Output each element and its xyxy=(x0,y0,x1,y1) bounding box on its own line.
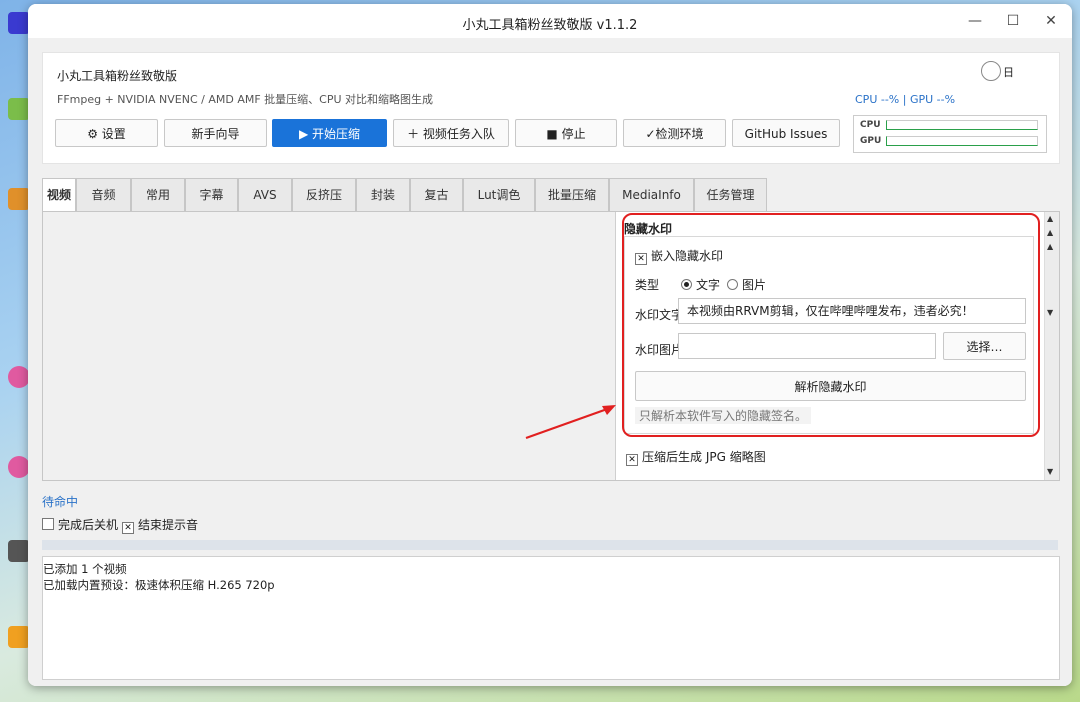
tab-avs[interactable]: AVS xyxy=(238,178,292,211)
app-window: 小丸工具箱粉丝致敬版 v1.1.2 — ☐ ✕ 小丸工具箱粉丝致敬版 FFmpe… xyxy=(28,4,1072,686)
tab-audio[interactable]: 音频 xyxy=(76,178,131,211)
type-text-radio[interactable]: 文字 xyxy=(681,276,720,293)
watermark-text-input[interactable]: 本视频由RRVM剪辑，仅在哔哩哔哩发布，违者必究！ xyxy=(678,298,1026,324)
log-line: 已添加 1 个视频 xyxy=(43,562,127,576)
guide-button[interactable]: 新手向导 xyxy=(164,119,267,147)
status-text: 待命中 xyxy=(42,495,79,509)
watermark-group-title: 隐藏水印 xyxy=(624,222,673,236)
close-button[interactable]: ✕ xyxy=(1038,10,1064,32)
sound-checkbox[interactable]: ✕ 结束提示音 xyxy=(122,516,198,534)
tab-batch-compress[interactable]: 批量压缩 xyxy=(535,178,609,211)
meter-cpu-label: CPU xyxy=(860,120,881,130)
radio-off-icon xyxy=(727,279,738,290)
settings-scrollbar[interactable]: ▲ ▲ ▲ ▼ ▼ xyxy=(1044,212,1059,480)
shutdown-checkbox[interactable]: 完成后关机 xyxy=(42,516,118,533)
settings-button[interactable]: ⚙ 设置 xyxy=(55,119,158,147)
start-compress-button[interactable]: ▶ 开始压缩 xyxy=(272,119,387,147)
meter-gpu-label: GPU xyxy=(860,136,882,146)
scroll-up-icon[interactable]: ▲ xyxy=(1047,242,1053,251)
theme-toggle[interactable]: 日 xyxy=(981,61,1029,83)
sound-label: 结束提示音 xyxy=(138,518,199,532)
choose-image-button[interactable]: 选择… xyxy=(943,332,1026,360)
watermark-group: ✕ 嵌入隐藏水印 类型 文字 图片 水印文字 本视频由RRVM剪辑，仅在哔哩哔哩发… xyxy=(624,236,1034,434)
scroll-down-icon[interactable]: ▼ xyxy=(1047,308,1053,317)
tab-anti-squeeze[interactable]: 反挤压 xyxy=(292,178,356,211)
tab-mediainfo[interactable]: MediaInfo xyxy=(609,178,694,211)
tab-video[interactable]: 视频 xyxy=(42,178,76,213)
tab-common[interactable]: 常用 xyxy=(131,178,185,211)
watermark-hint: 只解析本软件写入的隐藏签名。 xyxy=(635,407,812,424)
checkbox-checked-icon: ✕ xyxy=(122,522,134,534)
scroll-up-icon[interactable]: ▲ xyxy=(1047,214,1053,223)
desktop-app-icon[interactable] xyxy=(8,626,30,648)
watermark-text-label: 水印文字 xyxy=(635,308,684,322)
gpu-meter-bar xyxy=(886,136,1038,146)
window-title: 小丸工具箱粉丝致敬版 v1.1.2 xyxy=(462,18,638,33)
parse-watermark-button[interactable]: 解析隐藏水印 xyxy=(635,371,1026,401)
maximize-button[interactable]: ☐ xyxy=(1000,10,1026,32)
cpu-meter-bar xyxy=(886,120,1038,130)
checkbox-unchecked-icon xyxy=(42,518,54,530)
type-text-label: 文字 xyxy=(696,278,721,292)
app-name: 小丸工具箱粉丝致敬版 xyxy=(57,69,178,83)
checkbox-checked-icon: ✕ xyxy=(626,454,638,466)
checkbox-checked-icon: ✕ xyxy=(635,253,647,265)
progress-bar xyxy=(42,540,1058,550)
watermark-image-label: 水印图片 xyxy=(635,343,684,357)
radio-on-icon xyxy=(681,279,692,290)
tab-lut[interactable]: Lut调色 xyxy=(463,178,535,211)
header-panel: 小丸工具箱粉丝致敬版 FFmpeg + NVIDIA NVENC / AMD A… xyxy=(42,52,1060,164)
type-image-radio[interactable]: 图片 xyxy=(727,276,766,293)
minimize-button[interactable]: — xyxy=(962,10,988,32)
type-image-label: 图片 xyxy=(742,278,767,292)
stop-button[interactable]: ■ 停止 xyxy=(515,119,617,147)
recycle-bin-icon[interactable] xyxy=(8,98,30,120)
tab-retro[interactable]: 复古 xyxy=(410,178,463,211)
thumbnail-label: 压缩后生成 JPG 缩略图 xyxy=(642,450,766,464)
cpu-gpu-usage: CPU --% | GPU --% xyxy=(855,93,956,106)
desktop-app-icon[interactable] xyxy=(8,456,30,478)
desktop-app-icon[interactable] xyxy=(8,366,30,388)
toggle-knob-icon xyxy=(981,61,1001,81)
log-line: 已加载内置预设：极速体积压缩 H.265 720p xyxy=(43,578,275,592)
log-output[interactable]: 已添加 1 个视频 已加载内置预设：极速体积压缩 H.265 720p xyxy=(42,556,1060,680)
settings-pane: 隐藏水印 ✕ 嵌入隐藏水印 类型 文字 图片 水印文字 本视频由RRVM剪辑，仅在… xyxy=(616,212,1044,480)
title-bar[interactable]: 小丸工具箱粉丝致敬版 v1.1.2 — ☐ ✕ xyxy=(28,4,1072,38)
tab-task-manager[interactable]: 任务管理 xyxy=(694,178,767,211)
embed-watermark-checkbox[interactable]: ✕ 嵌入隐藏水印 xyxy=(635,247,723,265)
type-label: 类型 xyxy=(635,278,660,292)
tab-mux[interactable]: 封装 xyxy=(356,178,410,211)
embed-watermark-label: 嵌入隐藏水印 xyxy=(651,249,724,263)
client-area: 小丸工具箱粉丝致敬版 FFmpeg + NVIDIA NVENC / AMD A… xyxy=(28,38,1072,686)
desktop-folder-icon[interactable] xyxy=(8,188,30,210)
enqueue-button[interactable]: ＋ 视频任务入队 xyxy=(393,119,509,147)
shutdown-label: 完成后关机 xyxy=(58,518,119,532)
app-subtitle: FFmpeg + NVIDIA NVENC / AMD AMF 批量压缩、CPU… xyxy=(57,93,434,106)
github-issues-button[interactable]: GitHub Issues xyxy=(732,119,840,147)
scroll-down-icon[interactable]: ▼ xyxy=(1047,467,1053,476)
desktop-app-icon[interactable] xyxy=(8,12,30,34)
desktop-app-icon[interactable] xyxy=(8,540,30,562)
scroll-up-icon[interactable]: ▲ xyxy=(1047,228,1053,237)
tab-subtitle[interactable]: 字幕 xyxy=(185,178,238,211)
usage-meter: CPU GPU xyxy=(853,115,1047,153)
watermark-image-input[interactable] xyxy=(678,333,936,359)
theme-label: 日 xyxy=(1003,66,1014,79)
check-env-button[interactable]: ✓检测环境 xyxy=(623,119,726,147)
thumbnail-checkbox[interactable]: ✕ 压缩后生成 JPG 缩略图 xyxy=(626,448,766,466)
red-arrow-annotation xyxy=(525,405,616,440)
